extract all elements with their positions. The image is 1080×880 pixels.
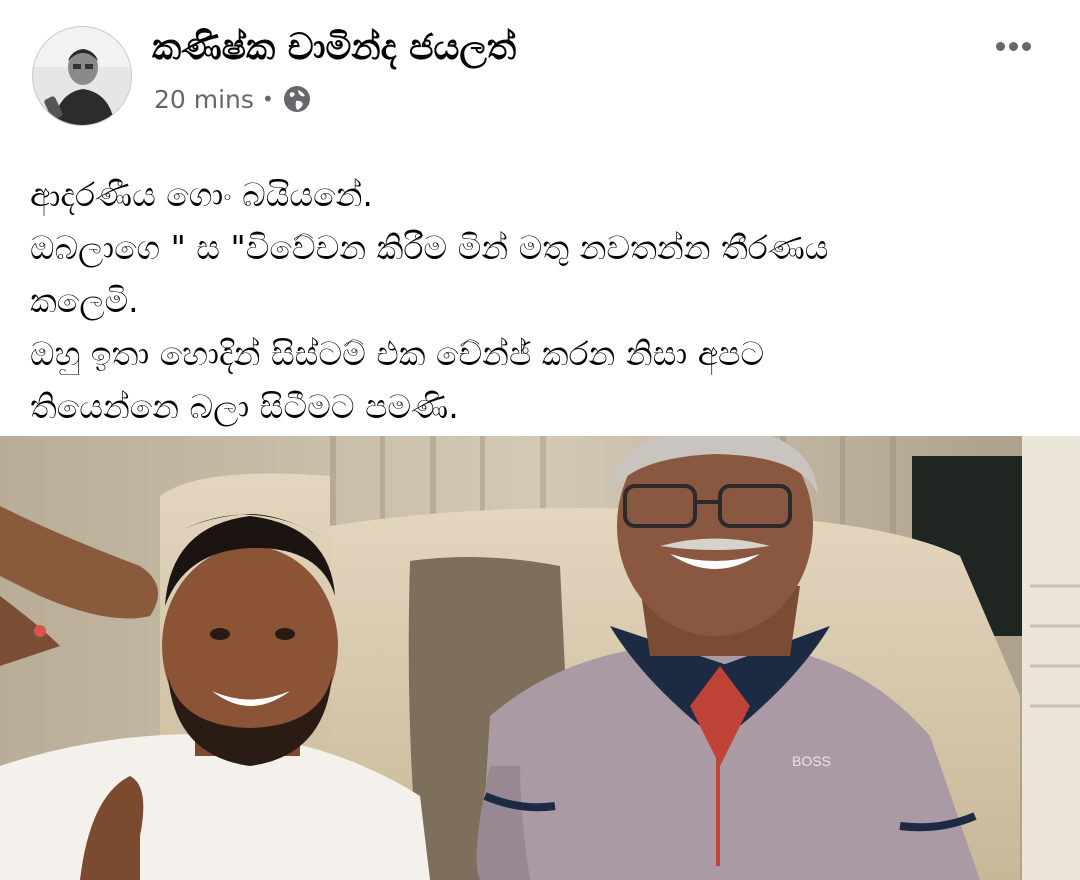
post-timestamp[interactable]: 20 mins bbox=[154, 85, 254, 114]
more-options-button[interactable] bbox=[988, 28, 1038, 64]
post-text-line: ඔබලාගෙ " ස "විවේචන කිරීම මින් මතු නවතන්න… bbox=[30, 228, 829, 267]
post-text-line: තියෙන්නෙ බලා සිටීමට පමණි. bbox=[30, 387, 459, 426]
post-text: ආදරණීය ගොං බයියනේ. ඔබලාගෙ " ස "විවේචන කි… bbox=[30, 168, 1040, 433]
meta-separator: • bbox=[261, 87, 274, 111]
post-text-line: කලෙමි. bbox=[30, 281, 139, 320]
post-header: කණිෂ්ක චාමින්ද ජයලත් 20 mins • bbox=[0, 0, 1080, 140]
globe-icon[interactable] bbox=[282, 84, 312, 114]
more-options-icon bbox=[995, 41, 1005, 51]
author-avatar[interactable] bbox=[32, 26, 132, 126]
post-meta: 20 mins • bbox=[154, 82, 312, 116]
photo-image: BOSS bbox=[0, 436, 1080, 880]
facebook-post: කණිෂ්ක චාමින්ද ජයලත් 20 mins • ආදරණීය ගො… bbox=[0, 0, 1080, 880]
photo-brand-label: BOSS bbox=[792, 753, 831, 769]
post-text-line: ආදරණීය ගොං බයියනේ. bbox=[30, 175, 373, 214]
author-name[interactable]: කණිෂ්ක චාමින්ද ජයලත් bbox=[152, 24, 516, 72]
avatar-image bbox=[33, 27, 131, 125]
post-photo[interactable]: BOSS bbox=[0, 436, 1080, 880]
post-text-line: ඔහු ඉතා හොදින් සිස්ටම් එක චේන්ජ් කරන නිස… bbox=[30, 334, 765, 373]
